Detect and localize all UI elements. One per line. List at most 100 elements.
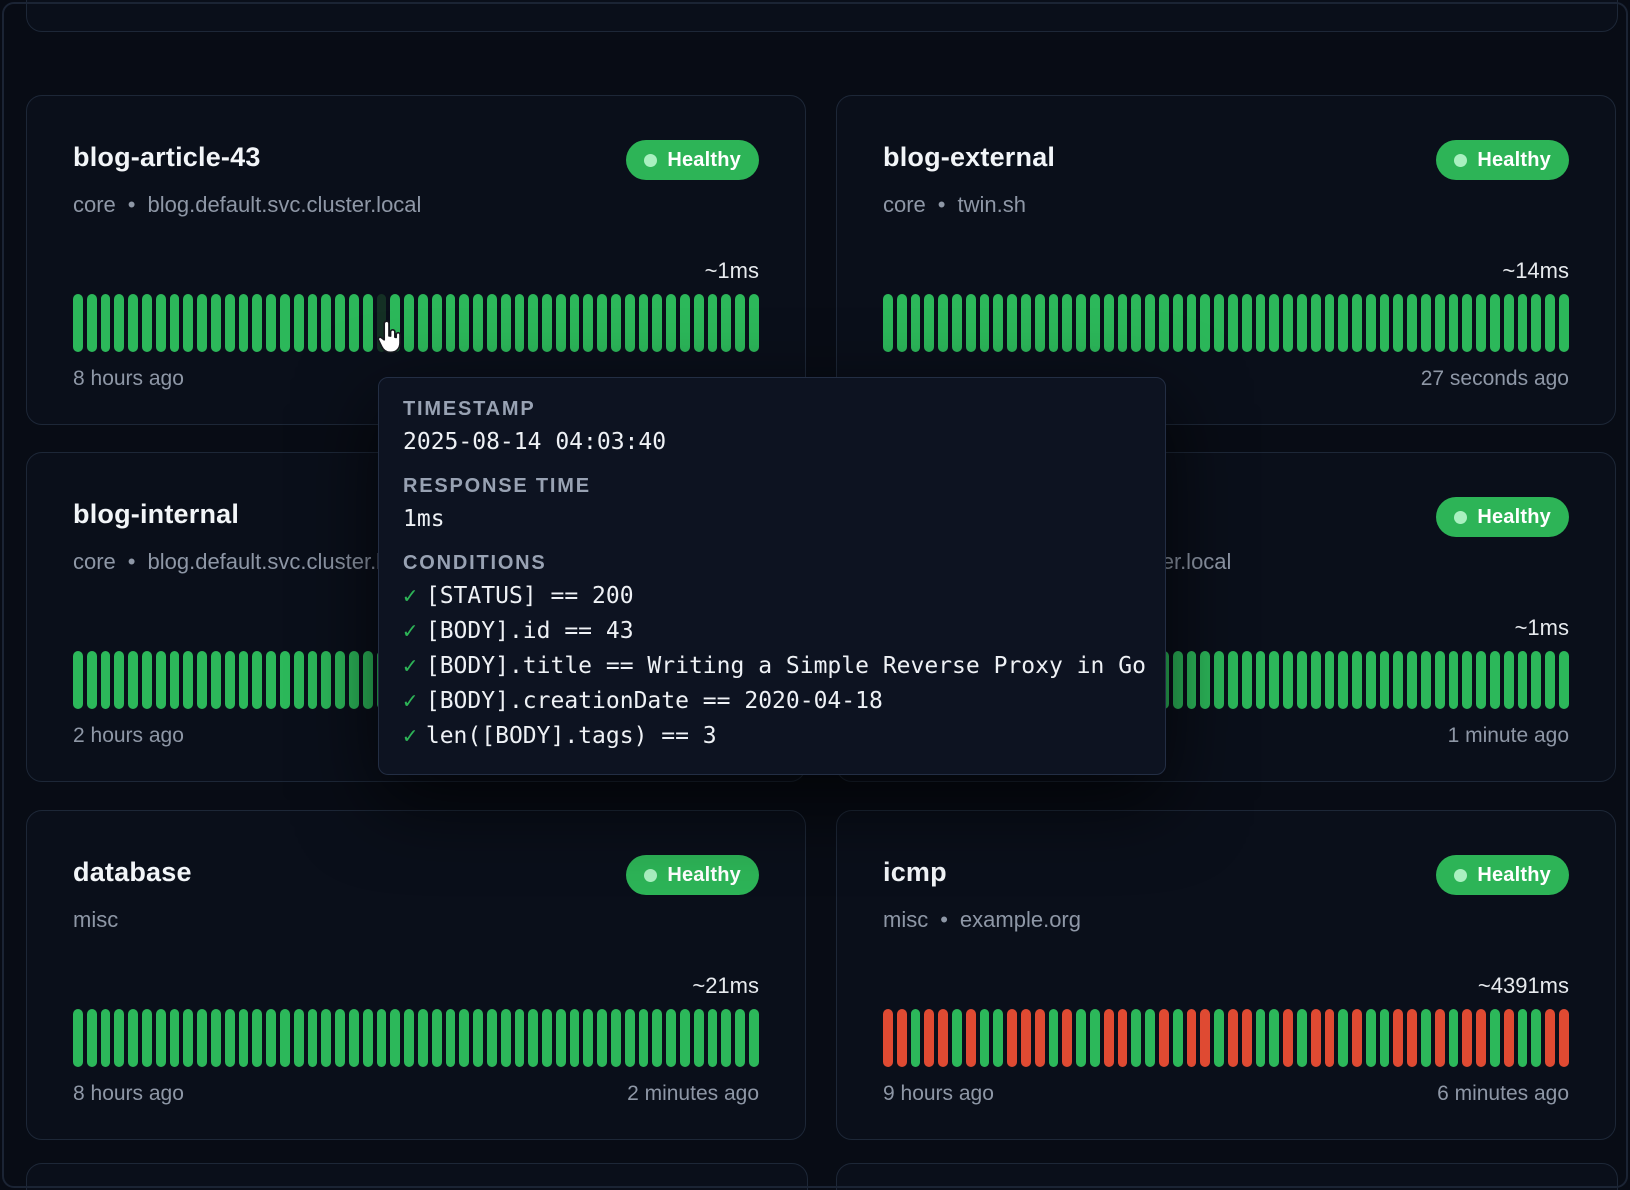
uptime-bar[interactable]	[1435, 1009, 1445, 1067]
uptime-bar[interactable]	[1311, 1009, 1321, 1067]
uptime-bar[interactable]	[170, 1009, 180, 1067]
uptime-bar[interactable]	[542, 1009, 552, 1067]
uptime-bar[interactable]	[1187, 294, 1197, 352]
uptime-bar[interactable]	[432, 1009, 442, 1067]
uptime-bar[interactable]	[487, 1009, 497, 1067]
uptime-bar[interactable]	[625, 1009, 635, 1067]
uptime-bar[interactable]	[1297, 294, 1307, 352]
uptime-bar[interactable]	[1545, 1009, 1555, 1067]
uptime-bar[interactable]	[597, 294, 607, 352]
service-card-icmp[interactable]: icmp misc • example.org Healthy ~4391ms …	[836, 810, 1616, 1140]
uptime-bar[interactable]	[911, 294, 921, 352]
uptime-bar[interactable]	[952, 294, 962, 352]
uptime-bar[interactable]	[1021, 294, 1031, 352]
uptime-bar[interactable]	[1283, 1009, 1293, 1067]
uptime-bar[interactable]	[1518, 294, 1528, 352]
uptime-bar[interactable]	[1021, 1009, 1031, 1067]
uptime-bar[interactable]	[335, 651, 345, 709]
uptime-bar[interactable]	[501, 1009, 511, 1067]
uptime-bar[interactable]	[556, 1009, 566, 1067]
uptime-bar[interactable]	[294, 294, 304, 352]
uptime-bar[interactable]	[1380, 294, 1390, 352]
uptime-bar[interactable]	[1338, 294, 1348, 352]
uptime-bar[interactable]	[938, 1009, 948, 1067]
uptime-bar[interactable]	[1297, 1009, 1307, 1067]
uptime-bar[interactable]	[183, 651, 193, 709]
uptime-bar[interactable]	[625, 294, 635, 352]
uptime-bar[interactable]	[1214, 651, 1224, 709]
uptime-bar[interactable]	[1449, 294, 1459, 352]
uptime-bar[interactable]	[1076, 294, 1086, 352]
uptime-bar[interactable]	[321, 294, 331, 352]
uptime-bar[interactable]	[252, 651, 262, 709]
uptime-bar[interactable]	[597, 1009, 607, 1067]
uptime-bar[interactable]	[1049, 294, 1059, 352]
uptime-bar[interactable]	[570, 1009, 580, 1067]
uptime-bar[interactable]	[1490, 651, 1500, 709]
uptime-bar[interactable]	[980, 1009, 990, 1067]
uptime-bar[interactable]	[101, 294, 111, 352]
uptime-bar[interactable]	[1090, 1009, 1100, 1067]
uptime-bar[interactable]	[1242, 294, 1252, 352]
uptime-history[interactable]	[73, 294, 759, 352]
uptime-bar[interactable]	[735, 294, 745, 352]
uptime-bar[interactable]	[708, 1009, 718, 1067]
uptime-bar[interactable]	[239, 1009, 249, 1067]
uptime-bar[interactable]	[980, 294, 990, 352]
uptime-bar[interactable]	[156, 1009, 166, 1067]
uptime-bar[interactable]	[515, 294, 525, 352]
uptime-bar[interactable]	[487, 294, 497, 352]
uptime-bar[interactable]	[1062, 294, 1072, 352]
uptime-bar[interactable]	[432, 294, 442, 352]
uptime-bar[interactable]	[993, 294, 1003, 352]
uptime-bar[interactable]	[266, 294, 276, 352]
uptime-bar[interactable]	[418, 294, 428, 352]
uptime-bar[interactable]	[1435, 651, 1445, 709]
uptime-bar[interactable]	[1366, 294, 1376, 352]
uptime-bar[interactable]	[1518, 651, 1528, 709]
uptime-bar[interactable]	[114, 651, 124, 709]
uptime-bar[interactable]	[1325, 1009, 1335, 1067]
uptime-bar[interactable]	[1214, 294, 1224, 352]
uptime-bar[interactable]	[73, 651, 83, 709]
uptime-bar[interactable]	[1462, 294, 1472, 352]
uptime-bar[interactable]	[87, 294, 97, 352]
uptime-bar[interactable]	[1228, 1009, 1238, 1067]
uptime-bar[interactable]	[294, 651, 304, 709]
uptime-bar[interactable]	[211, 294, 221, 352]
uptime-bar[interactable]	[694, 1009, 704, 1067]
uptime-bar[interactable]	[1325, 651, 1335, 709]
uptime-bar[interactable]	[1476, 294, 1486, 352]
uptime-bar[interactable]	[156, 294, 166, 352]
uptime-bar[interactable]	[459, 294, 469, 352]
uptime-bar[interactable]	[280, 651, 290, 709]
uptime-bar[interactable]	[721, 294, 731, 352]
uptime-bar[interactable]	[1545, 294, 1555, 352]
uptime-bar[interactable]	[183, 294, 193, 352]
uptime-bar[interactable]	[556, 294, 566, 352]
uptime-bar[interactable]	[211, 1009, 221, 1067]
uptime-bar[interactable]	[611, 1009, 621, 1067]
uptime-bar[interactable]	[1504, 1009, 1514, 1067]
uptime-bar[interactable]	[1338, 651, 1348, 709]
uptime-bar[interactable]	[225, 1009, 235, 1067]
uptime-bar[interactable]	[1393, 651, 1403, 709]
uptime-bar[interactable]	[321, 651, 331, 709]
uptime-bar[interactable]	[966, 1009, 976, 1067]
uptime-bar[interactable]	[1435, 294, 1445, 352]
uptime-bar[interactable]	[1559, 651, 1569, 709]
uptime-bar[interactable]	[897, 294, 907, 352]
uptime-history[interactable]	[883, 294, 1569, 352]
uptime-bar[interactable]	[1118, 1009, 1128, 1067]
uptime-bar[interactable]	[170, 651, 180, 709]
uptime-bar[interactable]	[446, 294, 456, 352]
uptime-bar[interactable]	[114, 1009, 124, 1067]
uptime-bar[interactable]	[1407, 651, 1417, 709]
uptime-bar[interactable]	[128, 1009, 138, 1067]
uptime-bar[interactable]	[308, 294, 318, 352]
uptime-bar[interactable]	[1559, 1009, 1569, 1067]
uptime-bar[interactable]	[1256, 1009, 1266, 1067]
uptime-bar[interactable]	[735, 1009, 745, 1067]
uptime-bar[interactable]	[197, 294, 207, 352]
uptime-bar[interactable]	[1545, 651, 1555, 709]
